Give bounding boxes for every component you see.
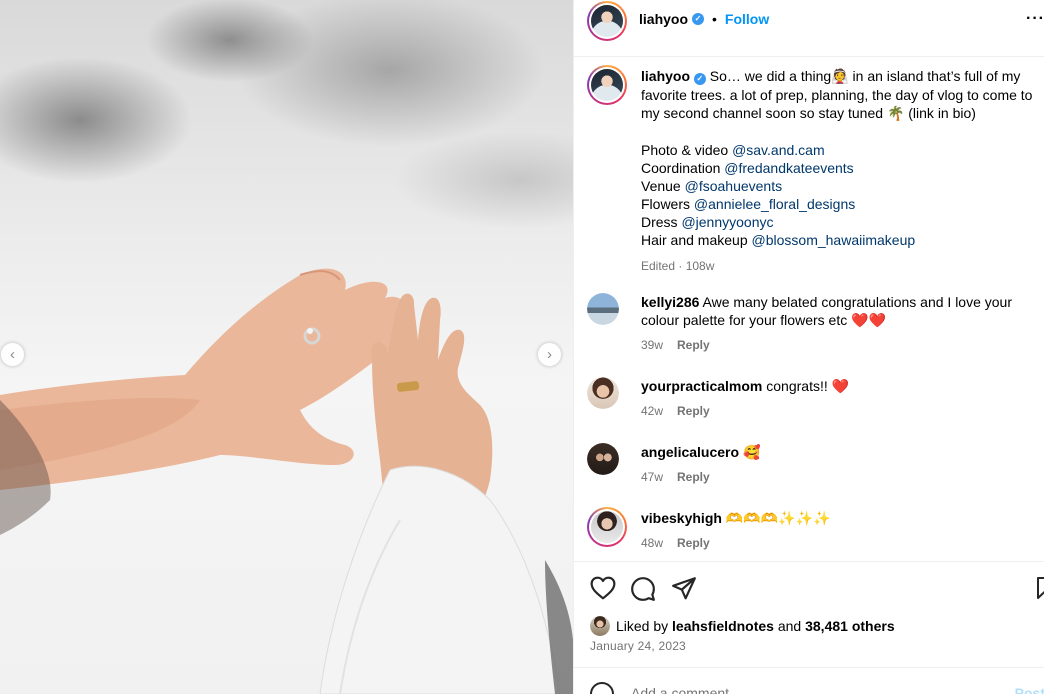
post-photo[interactable]: ‹ › [0, 0, 573, 694]
reply-button[interactable]: Reply [677, 536, 710, 550]
caption-meta: Edited · 108w [641, 259, 715, 273]
mention-link[interactable]: @jennyyoonyc [681, 214, 773, 230]
chevron-right-icon: › [547, 346, 552, 363]
heart-icon[interactable] [590, 576, 616, 600]
comment-text: congrats!! [766, 378, 832, 394]
caption-text-1: So… we did a thing [709, 68, 832, 84]
heart-emoji-icon: ❤️❤️ [851, 313, 886, 329]
post-comment-button[interactable]: Post [1015, 685, 1044, 694]
post-panel: liahyoo ✓ • Follow ··· liahyoo ✓ So… we … [573, 0, 1044, 694]
commenter-username[interactable]: vibeskyhigh [641, 510, 722, 526]
commenter-avatar[interactable] [587, 377, 619, 409]
separator: • [712, 11, 717, 27]
liker-username[interactable]: leahsfieldnotes [672, 618, 774, 634]
prev-photo-button[interactable]: ‹ [0, 342, 25, 367]
emoji-picker-icon[interactable] [590, 682, 614, 694]
paper-plane-icon[interactable] [671, 576, 697, 600]
author-avatar[interactable] [587, 1, 627, 41]
comment-age: 47w [641, 470, 664, 484]
action-bar [574, 562, 1044, 612]
mention-link[interactable]: @sav.and.cam [732, 142, 825, 158]
mention-link[interactable]: @blossom_hawaiimakeup [752, 232, 916, 248]
comment-age: 48w [641, 536, 664, 550]
caption-avatar[interactable] [587, 65, 627, 105]
more-options-icon[interactable]: ··· [1026, 10, 1044, 28]
verified-badge-icon: ✓ [692, 13, 705, 25]
likes-summary: Liked by leahsfieldnotes and 38,481 othe… [590, 616, 895, 636]
follow-button[interactable]: Follow [725, 11, 769, 27]
verified-badge-icon: ✓ [693, 73, 706, 85]
commenter-avatar[interactable] [587, 293, 619, 325]
likes-prefix: Liked by [616, 618, 669, 634]
commenter-username[interactable]: yourpracticalmom [641, 378, 762, 394]
credit-line: Coordination @fredandkateevents [641, 160, 854, 176]
caption-username[interactable]: liahyoo [641, 68, 690, 84]
comment-age: 42w [641, 404, 664, 418]
commenter-username[interactable]: kellyi286 [641, 294, 699, 310]
reply-button[interactable]: Reply [677, 470, 710, 484]
mention-link[interactable]: @fredandkateevents [724, 160, 853, 176]
next-photo-button[interactable]: › [537, 342, 562, 367]
post-header: liahyoo ✓ • Follow ··· [574, 0, 1044, 41]
mention-link[interactable]: @fsoahuevents [685, 178, 783, 194]
credit-line: Venue @fsoahuevents [641, 178, 783, 194]
smiling-hearts-emoji-icon: 🥰 [742, 445, 761, 461]
chevron-left-icon: ‹ [10, 346, 15, 363]
hands-illustration [0, 268, 573, 694]
likes-and: and [777, 618, 802, 634]
reply-button[interactable]: Reply [677, 404, 710, 418]
add-comment-bar: Add a comment… Post [574, 667, 1044, 694]
likes-others-link[interactable]: 38,481 others [805, 618, 895, 634]
comment-input[interactable]: Add a comment… [631, 685, 743, 694]
mention-link[interactable]: @annielee_floral_designs [694, 196, 855, 212]
caption-text-3: (link in bio) [904, 105, 976, 121]
credit-line: Flowers @annielee_floral_designs [641, 196, 856, 212]
palm-tree-emoji-icon: 🌴 [886, 106, 905, 122]
credit-line: Hair and makeup @blossom_hawaiimakeup [641, 232, 916, 248]
bride-emoji-icon: 👰 [831, 69, 849, 85]
commenter-avatar[interactable] [587, 443, 619, 475]
bookmark-icon[interactable] [1036, 576, 1044, 600]
credit-line: Dress @jennyyoonyc [641, 214, 774, 230]
post-date[interactable]: January 24, 2023 [590, 639, 686, 653]
comment-age: 39w [641, 338, 664, 352]
commenter-username[interactable]: angelicalucero [641, 444, 739, 460]
heart-hands-sparkles-emoji-icon: 🫶🫶🫶✨✨✨ [725, 511, 831, 527]
reply-button[interactable]: Reply [677, 338, 710, 352]
credit-line: Photo & video @sav.and.cam [641, 142, 825, 158]
heart-emoji-icon: ❤️ [831, 379, 850, 395]
author-username[interactable]: liahyoo [639, 11, 688, 27]
comment-icon[interactable] [630, 576, 656, 602]
commenter-avatar[interactable] [587, 507, 627, 547]
liker-avatar[interactable] [590, 616, 610, 636]
comments-section[interactable]: liahyoo ✓ So… we did a thing👰 in an isla… [574, 56, 1044, 561]
